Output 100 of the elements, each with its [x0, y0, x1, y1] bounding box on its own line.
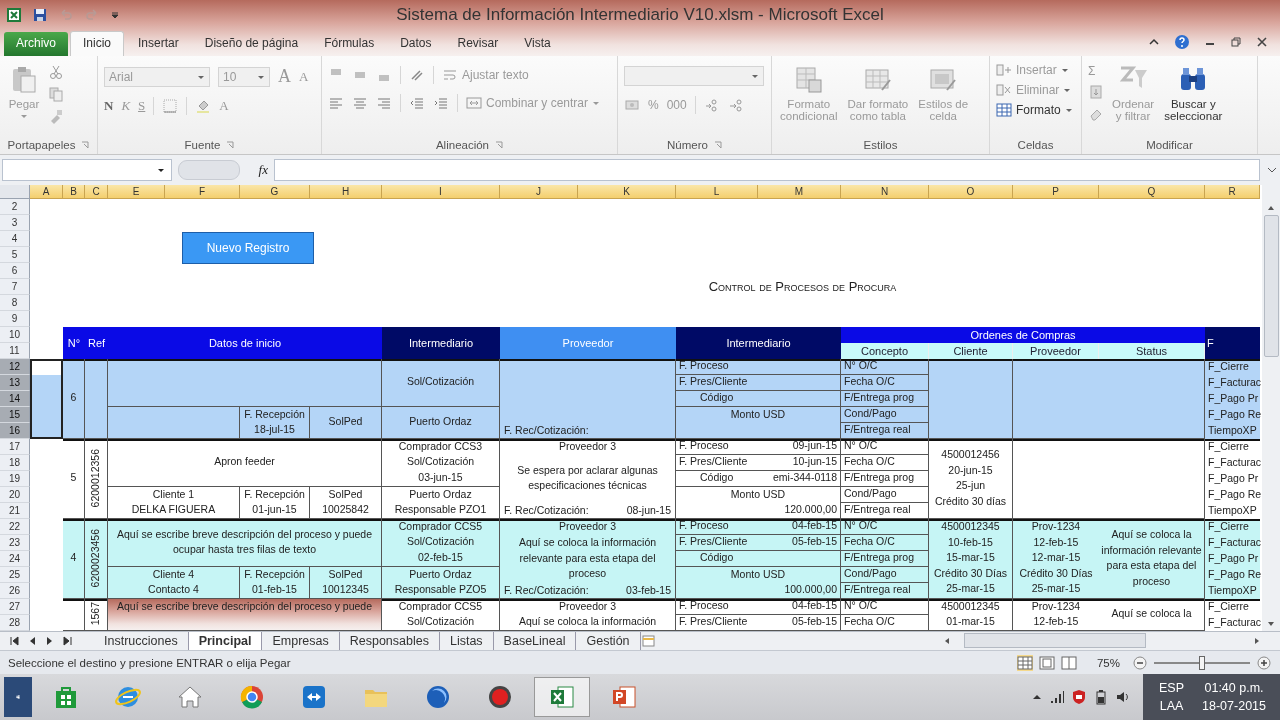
- reference-number: 1567: [88, 602, 103, 626]
- align-right-icon[interactable]: [376, 95, 392, 111]
- header-cell: F: [1205, 326, 1260, 359]
- fill-bucket-icon[interactable]: [195, 98, 212, 114]
- scroll-thumb[interactable]: [964, 633, 1146, 649]
- cells-command-button[interactable]: Formato: [996, 102, 1073, 118]
- orientation-icon[interactable]: [409, 67, 425, 83]
- sheet-tab[interactable]: Instrucciones: [94, 631, 189, 650]
- table-cell-text: TiempoXP: [1207, 502, 1258, 518]
- increase-indent-icon[interactable]: [433, 95, 449, 111]
- vertical-scrollbar[interactable]: [1262, 184, 1280, 631]
- caret-icon: [592, 99, 601, 107]
- sheet-tab[interactable]: Principal: [188, 631, 263, 650]
- ribbon-tab[interactable]: Revisar: [445, 32, 511, 56]
- page-break-icon[interactable]: [1060, 654, 1077, 671]
- grid-format-icon: [996, 102, 1012, 118]
- increase-decimal-icon[interactable]: [703, 97, 720, 113]
- ribbon-tab[interactable]: Fórmulas: [312, 32, 387, 56]
- launcher-icon[interactable]: [713, 140, 722, 149]
- start-icon[interactable]: [4, 677, 32, 717]
- bold-button[interactable]: N: [104, 98, 114, 114]
- sheet-tab[interactable]: Empresas: [262, 631, 340, 650]
- caret-icon: [1060, 66, 1069, 74]
- header-cell: Intermediario: [676, 326, 841, 359]
- insert-sheet-icon[interactable]: [640, 632, 657, 649]
- normal-view-icon[interactable]: [1016, 654, 1033, 671]
- ribbon-tab[interactable]: Vista: [512, 32, 563, 56]
- align-left-icon[interactable]: [328, 95, 344, 111]
- help-icon[interactable]: [1174, 34, 1190, 50]
- scroll-thumb[interactable]: [1263, 214, 1279, 357]
- sheet-tab[interactable]: Responsables: [339, 631, 440, 650]
- zoom-thumb[interactable]: [1199, 655, 1205, 670]
- zoom-level[interactable]: 75%: [1096, 656, 1120, 669]
- table-cell: F/Entrega prog: [841, 390, 929, 407]
- file-tab[interactable]: Archivo: [4, 32, 68, 56]
- input-language[interactable]: ESP: [1159, 681, 1185, 695]
- close-icon[interactable]: [1256, 36, 1268, 48]
- table-cell: Fecha O/C: [841, 454, 929, 471]
- table-cell-text: F_Facturac: [1207, 454, 1260, 470]
- header-cell: N°: [63, 326, 85, 359]
- cell-label: F. Proceso: [679, 518, 729, 534]
- border-icon[interactable]: [162, 98, 179, 114]
- currency-icon[interactable]: [624, 97, 640, 113]
- launcher-icon[interactable]: [226, 140, 235, 149]
- launcher-icon[interactable]: [81, 140, 90, 149]
- formula-input[interactable]: [274, 158, 1260, 181]
- signal-icon[interactable]: [1049, 689, 1066, 705]
- caret-icon: [1064, 106, 1073, 114]
- insert-function-button[interactable]: fx: [258, 161, 268, 178]
- last-sheet-icon[interactable]: [62, 634, 74, 647]
- browser-ball-icon: [238, 683, 266, 711]
- cell-label: Monto USD: [730, 486, 786, 502]
- delete-cells-icon: [996, 82, 1012, 98]
- ribbon-tab[interactable]: Inicio: [70, 31, 125, 56]
- save-icon[interactable]: [32, 7, 48, 23]
- formula-controls[interactable]: [178, 159, 240, 180]
- number-format-field[interactable]: [624, 66, 764, 86]
- table-cell-text: F_Pago Pr: [1207, 390, 1260, 406]
- edit-command-button[interactable]: Buscar y seleccionar: [1162, 62, 1225, 124]
- header-cell: Ref: [85, 326, 108, 359]
- clock-time[interactable]: 01:40 p.m.: [1204, 681, 1264, 695]
- table-cell-text: F_Pago Pr: [1207, 550, 1260, 566]
- table-cell-text: F_Cierre: [1207, 358, 1250, 374]
- cell-value: 04-feb-15: [792, 518, 837, 534]
- table-cell-text: F_Cierre: [1207, 598, 1250, 614]
- decrease-indent-icon[interactable]: [409, 95, 425, 111]
- first-sheet-icon[interactable]: [8, 634, 20, 647]
- sheet-tab[interactable]: Listas: [439, 631, 494, 650]
- sheet-tab[interactable]: Gestión: [576, 631, 641, 650]
- ribbon-tab[interactable]: Insertar: [126, 32, 191, 56]
- fill-down-icon[interactable]: [1088, 84, 1104, 100]
- clock-date[interactable]: 18-07-2015: [1202, 699, 1266, 713]
- table-cell: F. Recepción 01-feb-15: [240, 566, 310, 599]
- supplier-note: Aquí se coloca la información relevante para esta etapa del proceso: [517, 535, 658, 581]
- cell-value: 05-feb-15: [792, 534, 837, 550]
- align-center-icon[interactable]: [352, 95, 368, 111]
- keyboard-layout[interactable]: LAA: [1159, 699, 1184, 713]
- taskbar-app-button[interactable]: [534, 677, 590, 717]
- decrease-decimal-icon[interactable]: [727, 97, 744, 113]
- ribbon-tab[interactable]: Diseño de página: [192, 32, 311, 56]
- table-cell: N° O/C: [841, 518, 929, 535]
- spreadsheet-app-icon: [6, 7, 22, 23]
- table-cell: Apron feeder: [108, 438, 382, 487]
- supplier-name: Proveedor 3: [558, 598, 617, 614]
- supplier-note: Aquí se coloca la información: [517, 614, 658, 629]
- merge-icon: [466, 95, 482, 111]
- sheet-tab[interactable]: BaseLineal: [493, 631, 577, 650]
- page-layout-icon[interactable]: [1038, 654, 1055, 671]
- zoom-out-icon[interactable]: [1132, 654, 1148, 671]
- scissors-icon[interactable]: [48, 64, 64, 80]
- ribbon-tab[interactable]: Datos: [388, 32, 444, 56]
- supplier-name: Proveedor 3: [558, 438, 617, 454]
- zoom-in-icon[interactable]: [1256, 654, 1272, 671]
- restore-icon[interactable]: [1230, 36, 1242, 48]
- launcher-icon[interactable]: [495, 140, 504, 149]
- customize-caret-icon[interactable]: [110, 10, 120, 20]
- table-cell: F. Recepción 01-jun-15: [240, 486, 310, 519]
- copy-icon[interactable]: [48, 86, 64, 102]
- presentation-icon: [610, 683, 638, 711]
- shield-icon[interactable]: [1071, 689, 1088, 705]
